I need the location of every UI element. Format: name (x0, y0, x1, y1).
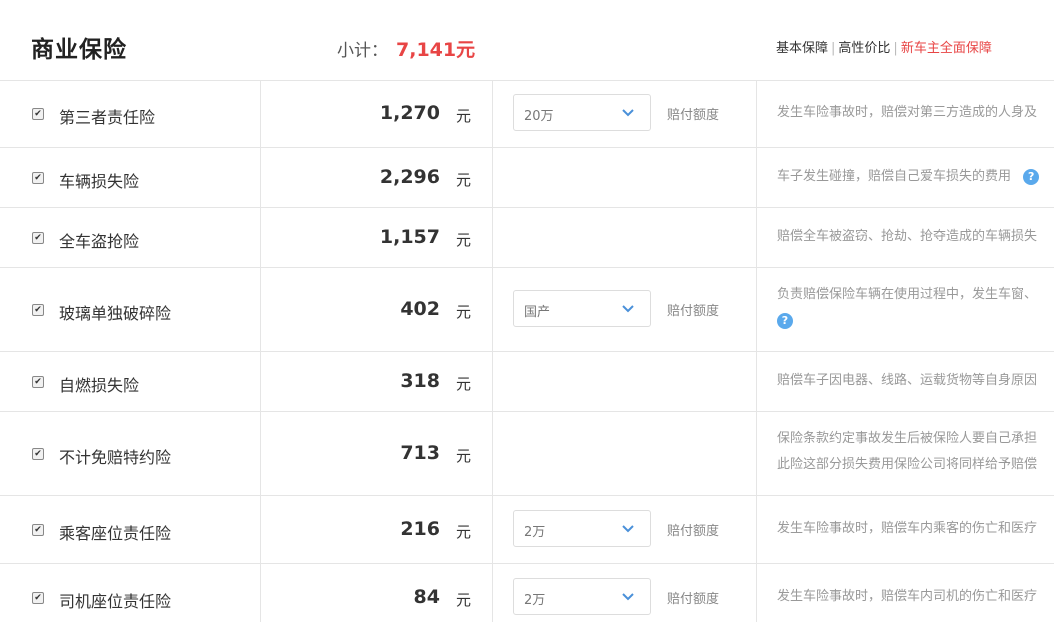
insurance-price: 2,296 (379, 166, 440, 188)
coverage-select[interactable]: 国产 (513, 290, 651, 327)
tab-basic[interactable]: 基本保障 (776, 41, 828, 56)
insurance-price: 402 (400, 298, 440, 320)
table-row: ✔ 不计免赔特约险 713 元 保险条款约定事故发生后被保险人要自己承担 此险这… (0, 412, 1054, 496)
price-unit: 元 (456, 107, 472, 125)
insurance-price: 713 (400, 442, 440, 464)
help-icon[interactable]: ? (777, 312, 793, 329)
description-text: 此险这部分损失费用保险公司将同样给予赔偿 (777, 457, 1038, 472)
chevron-down-icon (622, 109, 634, 117)
description-text: 保险条款约定事故发生后被保险人要自己承担 (777, 431, 1038, 446)
coverage-select-value: 2万 (524, 593, 546, 608)
price-unit: 元 (456, 375, 472, 393)
row-checkbox[interactable]: ✔ (32, 232, 44, 244)
insurance-name: 玻璃单独破碎险 (59, 304, 172, 323)
row-checkbox[interactable]: ✔ (32, 524, 44, 536)
tab-divider: | (893, 41, 898, 56)
row-checkbox[interactable]: ✔ (32, 108, 44, 120)
insurance-price: 216 (400, 518, 440, 540)
insurance-name: 车辆损失险 (59, 172, 140, 191)
help-icon[interactable]: ? (1023, 168, 1040, 185)
row-checkbox[interactable]: ✔ (32, 172, 44, 184)
subtotal-label: 小计： (337, 41, 388, 61)
row-checkbox[interactable]: ✔ (32, 304, 44, 316)
table-row: ✔ 全车盗抢险 1,157 元 赔偿全车被盗窃、抢劫、抢夺造成的车辆损失 (0, 208, 1054, 268)
coverage-label: 赔付额度 (667, 304, 720, 319)
row-checkbox[interactable]: ✔ (32, 376, 44, 388)
insurance-name: 第三者责任险 (59, 108, 156, 127)
insurance-price: 318 (400, 370, 440, 392)
insurance-description: 保险条款约定事故发生后被保险人要自己承担 此险这部分损失费用保险公司将同样给予赔… (777, 426, 1054, 478)
coverage-label: 赔付额度 (667, 524, 720, 539)
insurance-price: 1,270 (379, 102, 440, 124)
coverage-label: 赔付额度 (667, 592, 720, 607)
insurance-name: 自燃损失险 (59, 376, 140, 395)
insurance-description: 车子发生碰撞，赔偿自己爱车损失的费用 ? (777, 164, 1054, 190)
insurance-price: 84 (413, 586, 440, 608)
coverage-select[interactable]: 2万 (513, 510, 651, 547)
table-row: ✔ 车辆损失险 2,296 元 车子发生碰撞，赔偿自己爱车损失的费用 ? (0, 148, 1054, 208)
coverage-select-value: 国产 (524, 305, 551, 320)
insurance-description: 发生车险事故时，赔偿车内司机的伤亡和医疗 (777, 589, 1038, 604)
coverage-label: 赔付额度 (667, 108, 720, 123)
table-row: ✔ 乘客座位责任险 216 元 2万 赔付额度 发生车险事故时，赔偿车内乘客的伤… (0, 496, 1054, 564)
tab-value[interactable]: 高性价比 (838, 41, 890, 56)
insurance-description: 赔偿全车被盗窃、抢劫、抢夺造成的车辆损失 (777, 229, 1038, 244)
price-unit: 元 (456, 523, 472, 541)
price-unit: 元 (456, 591, 472, 609)
price-unit: 元 (456, 231, 472, 249)
insurance-description: 发生车险事故时，赔偿对第三方造成的人身及 (777, 105, 1038, 120)
price-unit: 元 (456, 447, 472, 465)
price-unit: 元 (456, 171, 472, 189)
insurance-name: 司机座位责任险 (59, 592, 172, 611)
coverage-select-value: 20万 (524, 109, 554, 124)
price-unit: 元 (456, 303, 472, 321)
insurance-description: 负责赔偿保险车辆在使用过程中，发生车窗、 ? (777, 282, 1054, 334)
insurance-description: 发生车险事故时，赔偿车内乘客的伤亡和医疗 (777, 521, 1038, 536)
table-row: ✔ 自燃损失险 318 元 赔偿车子因电器、线路、运载货物等自身原因 (0, 352, 1054, 412)
chevron-down-icon (622, 525, 634, 533)
table-row: ✔ 司机座位责任险 84 元 2万 赔付额度 发生车险事故时，赔偿车内司机的伤亡… (0, 564, 1054, 622)
coverage-select[interactable]: 20万 (513, 94, 651, 131)
insurance-description: 赔偿车子因电器、线路、运载货物等自身原因 (777, 373, 1038, 388)
tab-new-owner[interactable]: 新车主全面保障 (901, 41, 992, 56)
description-text: 车子发生碰撞，赔偿自己爱车损失的费用 (777, 169, 1012, 184)
row-checkbox[interactable]: ✔ (32, 592, 44, 604)
chevron-down-icon (622, 593, 634, 601)
plan-tabs: 基本保障 | 高性价比 | 新车主全面保障 (776, 37, 992, 56)
insurance-name: 全车盗抢险 (59, 232, 140, 251)
tab-divider: | (831, 41, 836, 56)
header: 商业保险 小计： 7,141元 基本保障 | 高性价比 | 新车主全面保障 (0, 0, 1054, 81)
insurance-price: 1,157 (379, 226, 440, 248)
coverage-select[interactable]: 2万 (513, 578, 651, 615)
subtotal-value: 7,141元 (396, 39, 476, 61)
table-row: ✔ 玻璃单独破碎险 402 元 国产 赔付额度 负责赔偿保险车辆在使用过程中，发… (0, 268, 1054, 352)
coverage-select-value: 2万 (524, 525, 546, 540)
insurance-name: 不计免赔特约险 (59, 448, 172, 467)
description-text: 负责赔偿保险车辆在使用过程中，发生车窗、 (777, 287, 1038, 302)
row-checkbox[interactable]: ✔ (32, 448, 44, 460)
chevron-down-icon (622, 305, 634, 313)
page-title: 商业保险 (31, 37, 127, 63)
subtotal: 小计： 7,141元 (337, 35, 475, 62)
table-row: ✔ 第三者责任险 1,270 元 20万 赔付额度 发生车险事故时，赔偿对第三方… (0, 80, 1054, 148)
insurance-name: 乘客座位责任险 (59, 524, 172, 543)
